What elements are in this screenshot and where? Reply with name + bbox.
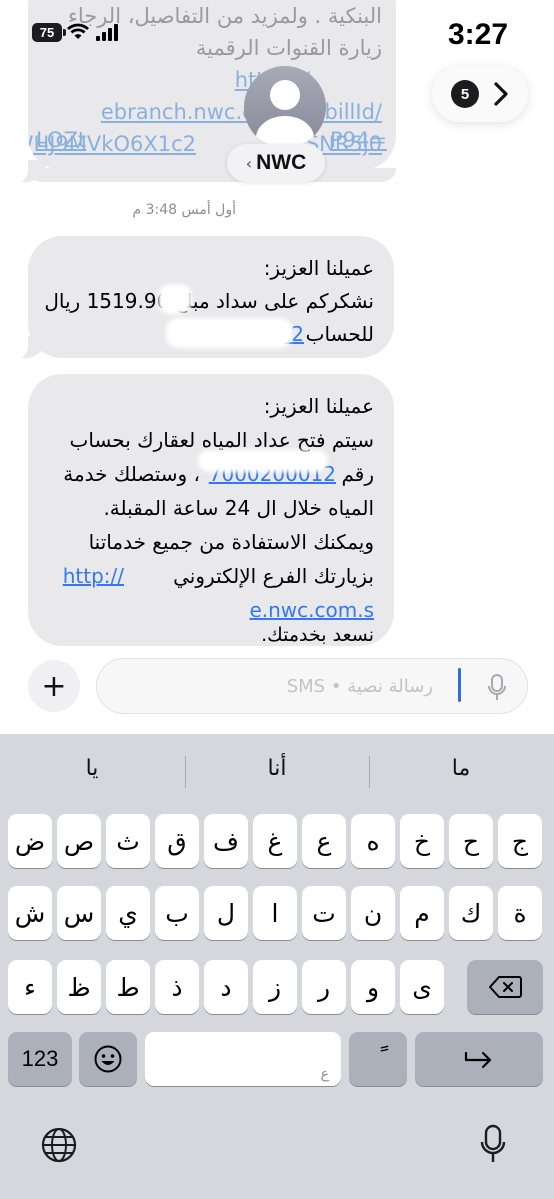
cellular-signal-icon	[96, 23, 118, 41]
key[interactable]: ن	[351, 886, 395, 940]
message-input-placeholder: رسالة نصية • SMS	[286, 676, 433, 697]
key[interactable]: و	[351, 960, 395, 1014]
message-text: سيتم فتح عداد المياه لعقارك بحساب	[69, 428, 374, 452]
chevron-left-icon: ‹	[245, 153, 253, 173]
key[interactable]: ه	[351, 814, 395, 868]
message-text: للحساب	[305, 322, 374, 346]
backspace-icon	[489, 976, 522, 998]
key[interactable]: ذ	[155, 960, 199, 1014]
key[interactable]: ق	[155, 814, 199, 868]
status-bar: 75 3:27	[0, 0, 554, 64]
message-bubble[interactable]: عميلنا العزيز: نشكركم على سداد مبلغ 1519…	[28, 236, 394, 358]
key[interactable]: غ	[253, 814, 297, 868]
key[interactable]: ل	[204, 886, 248, 940]
key[interactable]: ء	[8, 960, 52, 1014]
key[interactable]: ح	[449, 814, 493, 868]
battery-level: 75	[39, 25, 55, 40]
website-link[interactable]: http://	[63, 566, 124, 586]
redaction-mark	[166, 318, 292, 348]
message-text: نشكركم على سداد مبلغ 1519.96 ريال	[44, 289, 374, 313]
key[interactable]: ب	[155, 886, 199, 940]
unread-count-badge: 5	[451, 80, 479, 108]
message-text: نسعد بخدمتك.	[261, 624, 374, 646]
contact-name: NWC	[256, 151, 307, 174]
numbers-key[interactable]: 123	[8, 1032, 72, 1086]
key[interactable]: ي	[106, 886, 150, 940]
message-bubble[interactable]: عميلنا العزيز: سيتم فتح عداد المياه لعقا…	[28, 374, 394, 646]
key[interactable]: س	[57, 886, 101, 940]
microphone-icon[interactable]	[480, 1124, 506, 1166]
back-navigation-button[interactable]: 5	[432, 66, 528, 122]
avatar-head-shape	[270, 80, 300, 110]
suggestion-item[interactable]: يا	[2, 756, 182, 781]
key[interactable]: ك	[449, 886, 493, 940]
add-attachment-button[interactable]: +	[28, 660, 80, 712]
tanween-key[interactable]: ً	[349, 1032, 407, 1086]
space-key-label: ع	[320, 1066, 329, 1082]
return-arrow-icon	[464, 1051, 492, 1069]
suggestion-divider	[369, 756, 370, 788]
key[interactable]: ف	[204, 814, 248, 868]
plus-icon: +	[41, 668, 67, 704]
key[interactable]: ث	[106, 814, 150, 868]
message-text: المياه خلال ال 24 ساعة المقبلة.	[103, 496, 374, 520]
message-text: عميلنا العزيز:	[263, 394, 374, 418]
previous-message-bubble-bottom	[28, 168, 396, 182]
message-text: بزيارتك الفرع الإلكتروني	[173, 564, 374, 588]
text-caret	[458, 668, 461, 702]
key[interactable]: ج	[498, 814, 542, 868]
message-link[interactable]: LOZt	[36, 128, 86, 152]
key[interactable]: م	[400, 886, 444, 940]
suggestion-divider	[185, 756, 186, 788]
key[interactable]: ظ	[57, 960, 101, 1014]
wifi-icon	[67, 23, 89, 39]
key[interactable]: خ	[400, 814, 444, 868]
key[interactable]: ش	[8, 886, 52, 940]
status-time: 3:27	[447, 18, 508, 51]
suggestion-bar: يا أنا ما	[0, 734, 554, 808]
return-key[interactable]	[415, 1032, 543, 1086]
key[interactable]: ة	[498, 886, 542, 940]
battery-icon: 75	[32, 23, 66, 42]
message-timestamp: أول أمس 3:48 م	[132, 202, 236, 218]
suggestion-item[interactable]: أنا	[187, 756, 367, 781]
contact-avatar[interactable]	[244, 66, 326, 148]
key[interactable]: د	[204, 960, 248, 1014]
space-key[interactable]: ع	[145, 1032, 341, 1086]
key[interactable]: ى	[400, 960, 444, 1014]
key[interactable]: ع	[302, 814, 346, 868]
key[interactable]: ط	[106, 960, 150, 1014]
key[interactable]: ص	[57, 814, 101, 868]
globe-icon[interactable]	[40, 1126, 78, 1164]
suggestion-item[interactable]: ما	[371, 756, 551, 781]
redaction-mark	[198, 450, 328, 472]
contact-name-button[interactable]: ‹ NWC	[227, 144, 325, 182]
message-link[interactable]: ebranch.nwc.com.sa/billId/	[101, 100, 382, 124]
key[interactable]: ا	[253, 886, 297, 940]
delete-key[interactable]	[467, 960, 543, 1014]
message-text: ويمكنك الاستفادة من جميع خدماتنا	[88, 530, 374, 554]
key[interactable]: ز	[253, 960, 297, 1014]
chevron-right-icon	[494, 82, 508, 106]
key[interactable]: ر	[302, 960, 346, 1014]
message-text: رقم	[341, 462, 374, 486]
emoji-key[interactable]	[79, 1032, 137, 1086]
dictation-mic-icon[interactable]	[488, 674, 506, 702]
key[interactable]: ت	[302, 886, 346, 940]
key[interactable]: ض	[8, 814, 52, 868]
message-text: ، وستصلك خدمة	[63, 462, 200, 486]
message-link[interactable]: P94=	[330, 128, 387, 152]
message-input[interactable]: رسالة نصية • SMS	[96, 658, 528, 714]
redaction-mark	[158, 284, 192, 314]
website-link[interactable]: e.nwc.com.s	[249, 600, 374, 620]
message-text: عميلنا العزيز:	[263, 256, 374, 280]
emoji-icon	[94, 1045, 122, 1073]
keyboard: يا أنا ما ض ص ث ق ف غ ع ه خ ح ج ش س ي ب …	[0, 734, 554, 1199]
